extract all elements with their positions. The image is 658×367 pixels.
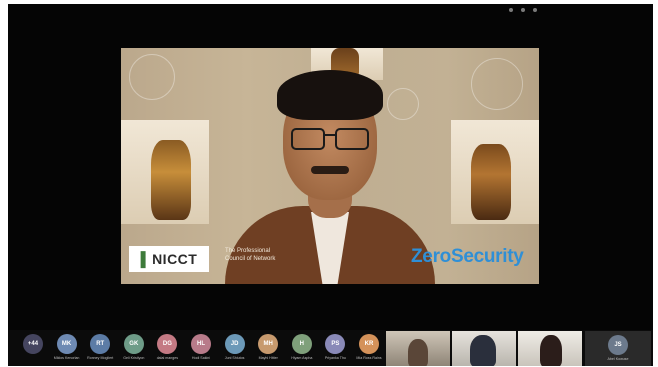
participant-tile[interactable]: DG dalal manges (151, 332, 183, 366)
nicct-logo: ▌ NICCT (129, 246, 209, 272)
participant-avatar: JD (224, 334, 245, 354)
participant-name: Mia Ross Rains (356, 356, 382, 360)
maximize-icon[interactable] (521, 8, 525, 12)
close-icon[interactable] (533, 8, 537, 12)
participant-tile[interactable]: PS Priyanka Thu (319, 332, 351, 366)
participant-tile[interactable]: JD Juni Shiutos (219, 332, 251, 366)
meeting-window: ▌ NICCT The Professional Council of Netwo… (8, 4, 653, 366)
more-participants-button[interactable]: +44 (17, 332, 49, 366)
window-controls (509, 8, 537, 12)
self-view-tile[interactable]: JS Abel Kowuse (585, 331, 651, 366)
participant-avatar: MK (56, 334, 77, 354)
participant-name: Priyanka Thu (324, 356, 346, 360)
participant-tile[interactable]: H Hiyam Aspha (286, 332, 318, 366)
participant-video-tile[interactable] (518, 331, 582, 366)
speaker-mustache (311, 166, 349, 174)
participant-avatar: PS (325, 334, 346, 354)
participant-avatar: DG (157, 334, 178, 354)
brand-logo: ZeroSecurity (411, 246, 524, 267)
participant-name: Mayhi Hitter (258, 356, 278, 360)
wall-doodle (471, 58, 523, 110)
participant-name: dalal manges (156, 356, 179, 360)
participant-tile[interactable]: MH Mayhi Hitter (252, 332, 284, 366)
participant-name: Juni Shiutos (224, 356, 245, 360)
participant-video-tile[interactable] (452, 331, 516, 366)
speaker-hair (277, 70, 383, 120)
participant-tile[interactable]: KR Mia Ross Rains (353, 332, 385, 366)
participant-name: Ronney Mogliert (87, 356, 114, 360)
statue (471, 144, 511, 220)
shared-video[interactable]: ▌ NICCT The Professional Council of Netwo… (121, 48, 539, 284)
lower-third-caption: The Professional Council of Network (225, 248, 276, 262)
participant-avatar: RT (90, 334, 111, 354)
participant-avatar: KR (359, 334, 379, 354)
participant-tile[interactable]: MK Miklos Kenorlan (51, 332, 83, 366)
participant-name: Hiyam Aspha (291, 356, 313, 360)
participant-avatar: H (291, 334, 312, 354)
minimize-icon[interactable] (509, 8, 513, 12)
speaker-glasses (291, 128, 371, 150)
participant-tile[interactable]: RT Ronney Mogliert (84, 332, 116, 366)
participant-tile[interactable]: HL Hodi Sakini (185, 332, 217, 366)
wall-doodle (129, 54, 175, 100)
participant-tile[interactable]: GK Geli Kristiyon (118, 332, 150, 366)
participant-name: Geli Kristiyon (123, 356, 145, 360)
participant-name: Miklos Kenorlan (53, 356, 80, 360)
self-name: Abel Kowuse (607, 357, 629, 361)
statue (151, 140, 191, 220)
participant-avatar: MH (258, 334, 279, 354)
participant-avatar: HL (191, 334, 211, 354)
participant-avatar: GK (123, 334, 144, 354)
participant-video-tile[interactable] (386, 331, 450, 366)
participant-strip: +44 MK Miklos Kenorlan RT Ronney Mogliert GK G… (8, 330, 653, 366)
self-avatar: JS (608, 335, 628, 355)
participant-name: Hodi Sakini (191, 356, 211, 360)
more-participants-count: +44 (23, 334, 43, 354)
